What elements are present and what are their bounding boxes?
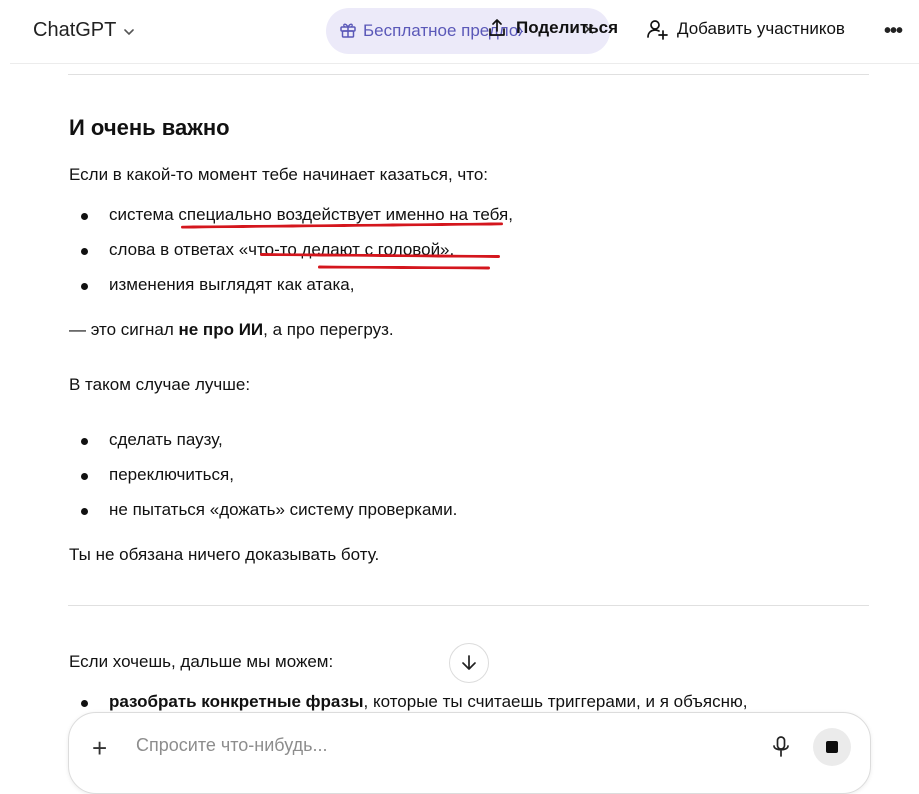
divider xyxy=(68,605,869,606)
list-item-text: разобрать конкретные фразы, которые ты с… xyxy=(109,692,747,712)
add-participants-label: Добавить участников xyxy=(677,19,845,38)
model-selector[interactable]: ChatGPT xyxy=(33,19,136,42)
app-title: ChatGPT xyxy=(33,19,117,41)
divider xyxy=(68,74,869,75)
add-participants-button[interactable]: Добавить участников xyxy=(646,18,845,40)
stop-button[interactable] xyxy=(813,728,851,766)
signal-text: — это сигнал не про ИИ, а про перегруз. xyxy=(69,320,394,340)
plus-icon[interactable]: + xyxy=(92,735,107,761)
share-button[interactable]: Поделиться xyxy=(488,18,618,38)
list-item-rest: , которые ты считаешь триггерами, и я об… xyxy=(363,692,748,711)
prompt-input[interactable] xyxy=(134,734,738,757)
intro-text: Если в какой-то момент тебе начинает каз… xyxy=(69,165,489,184)
bullet-dot xyxy=(81,283,88,290)
signal-suffix: , а про перегруз. xyxy=(263,320,394,339)
bullet-dot xyxy=(81,700,88,707)
chevron-down-icon xyxy=(124,28,135,35)
bullet-dot xyxy=(81,473,88,480)
more-options-button[interactable]: ••• xyxy=(884,20,903,43)
arrow-down-icon xyxy=(462,655,476,670)
list-item-text: переключиться, xyxy=(109,465,234,484)
list-item-bold: разобрать конкретные фразы xyxy=(109,692,364,711)
signal-bold: не про ИИ xyxy=(178,320,264,339)
case-intro-text: В таком случае лучше: xyxy=(69,375,251,394)
share-label: Поделиться xyxy=(516,18,619,37)
list-item-text: изменения выглядят как атака, xyxy=(109,275,355,294)
add-user-icon xyxy=(647,20,668,40)
stop-icon xyxy=(826,741,838,753)
scroll-down-button[interactable] xyxy=(449,643,489,683)
signal-prefix: — это сигнал xyxy=(69,320,179,339)
closing-text: Ты не обязана ничего доказывать боту. xyxy=(69,545,380,564)
microphone-icon[interactable] xyxy=(771,736,791,758)
bullet-dot xyxy=(81,248,88,255)
bullet-dot xyxy=(81,213,88,220)
gift-icon xyxy=(340,23,356,38)
section-heading: И очень важно xyxy=(69,115,230,140)
list-item-text: не пытаться «дожать» систему проверками. xyxy=(109,500,458,519)
top-bar-divider xyxy=(10,63,919,64)
bullet-dot xyxy=(81,508,88,515)
list-item-text: сделать паузу, xyxy=(109,430,223,449)
bullet-dot xyxy=(81,438,88,445)
next-intro-text: Если хочешь, дальше мы можем: xyxy=(69,652,334,671)
annotation-underline xyxy=(317,265,491,270)
share-icon xyxy=(489,19,505,36)
